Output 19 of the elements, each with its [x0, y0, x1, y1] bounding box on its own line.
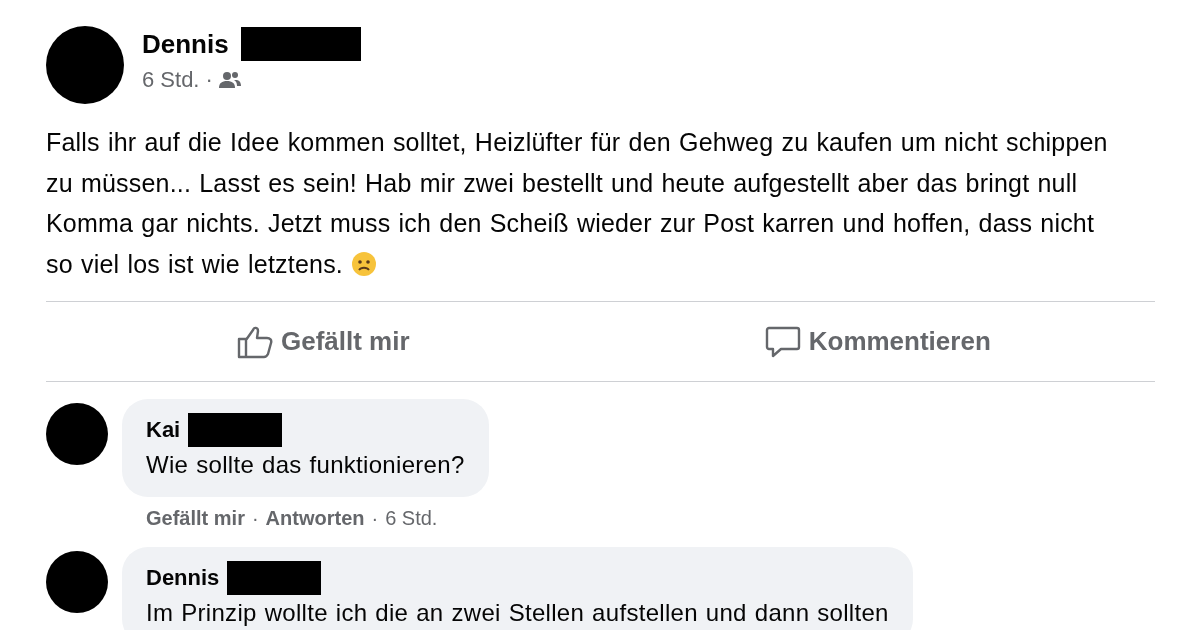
like-link[interactable]: Gefällt mir	[146, 507, 245, 530]
sad-face-icon	[351, 250, 378, 277]
separator: ·	[205, 67, 213, 93]
thumbs-up-icon	[236, 324, 273, 359]
comment-text: Wie sollte das funktionieren?	[146, 451, 465, 479]
comment-author[interactable]: Kai	[146, 417, 181, 443]
reply-link[interactable]: Antworten	[265, 507, 365, 530]
separator: ·	[370, 507, 380, 530]
comment-author[interactable]: Dennis	[146, 565, 220, 591]
post-text: Falls ihr auf die Idee kommen solltet, Heizlüfter für den Gehweg zu kaufen um nicht schippen zu müssen... Lasst es sein! Hab mir zwei bestellt und heute aufgestellt aber das bringt null Komma gar nichts. Jetzt muss ich den Scheiß wieder zur Post karren und hoffen, dass nicht so viel los ist wie letztens.	[46, 127, 1109, 280]
like-button[interactable]: Gefällt mir	[46, 302, 601, 381]
separator: ·	[250, 507, 260, 530]
comment-time[interactable]: 6 Std.	[385, 507, 438, 530]
comment-text: Im Prinzip wollte ich die an zwei Stellen aufstellen und dann sollten	[146, 599, 889, 627]
speech-bubble-icon	[764, 324, 801, 359]
comment-button[interactable]: Kommentieren	[600, 302, 1155, 381]
author-name[interactable]: Dennis	[142, 28, 229, 60]
post-time[interactable]: 6 Std.	[142, 67, 200, 93]
friends-icon	[218, 71, 241, 89]
